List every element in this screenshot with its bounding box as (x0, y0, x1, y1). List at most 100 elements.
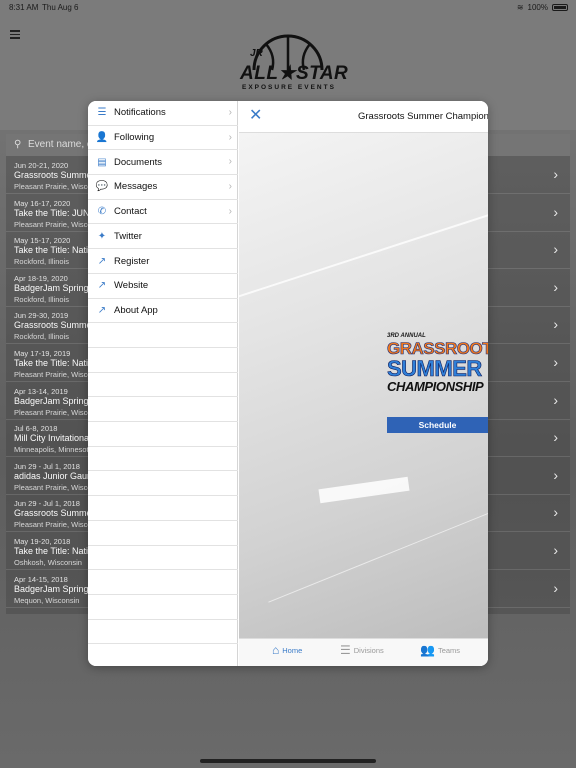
status-bar: 8:31 AM Thu Aug 6 ≋ 100% (0, 0, 576, 16)
event-date: Jun 29-30, 2019 (14, 311, 69, 321)
chevron-right-icon: › (553, 316, 558, 333)
menu-empty-row (88, 422, 238, 447)
event-logo: 3RD ANNUAL GRASSROOTS SUMMER CHAMPIONSHI… (387, 333, 488, 413)
event-title: Take the Title: Natio (14, 358, 94, 368)
menu-item-label: Twitter (114, 230, 142, 242)
event-date: May 15-17, 2020 (14, 236, 71, 246)
logo-subtitle: EXPOSURE EVENTS (242, 84, 336, 91)
event-title: BadgerJam Spring C (14, 282, 98, 293)
menu-item-label: About App (114, 304, 158, 316)
menu-empty-row (88, 397, 238, 423)
menu-item-about-app[interactable]: ↗ About App (88, 299, 238, 324)
menu-item-register[interactable]: ↗ Register (88, 249, 238, 274)
event-location: Pleasant Prairie, Wisco (14, 407, 92, 417)
event-logo-line3: CHAMPIONSHIP (387, 379, 484, 394)
chevron-right-icon: › (553, 203, 558, 220)
event-title: BadgerJam Spring C (14, 583, 98, 594)
menu-empty-row (88, 570, 238, 595)
schedule-button[interactable]: Schedule (387, 417, 488, 433)
event-date: May 16-17, 2020 (14, 198, 71, 208)
documents-icon: ▤ (97, 156, 107, 168)
event-title: Grassroots Summer (14, 170, 95, 180)
event-location: Mequon, Wisconsin (14, 595, 80, 605)
menu-item-label: Notifications (114, 107, 166, 119)
home-icon: ⌂ (272, 643, 280, 657)
menu-item-label: Following (114, 132, 155, 144)
event-date: Apr 14-15, 2018 (14, 574, 68, 584)
event-location: Pleasant Prairie, Wisco (14, 370, 92, 379)
chevron-right-icon: › (553, 466, 558, 483)
menu-empty-row (88, 373, 238, 398)
tab-divisions[interactable]: ☰ Divisions (340, 643, 384, 657)
event-location: Pleasant Prairie, Wisco (14, 182, 92, 191)
external-link-icon: ↗ (97, 280, 107, 292)
menu-item-twitter[interactable]: ✦ Twitter (88, 225, 238, 250)
event-title: Mill City Invitational (14, 433, 92, 444)
app-logo: JR ALL★STAR EXPOSURE EVENTS (236, 30, 348, 96)
event-title: Take the Title: JUNI (14, 207, 93, 218)
event-location: Pleasant Prairie, Wisco (14, 482, 92, 492)
menu-empty-row (88, 447, 238, 472)
event-location: Minneapolis, Minnesot (14, 445, 89, 455)
search-input[interactable]: Event name, c (28, 139, 92, 150)
chevron-right-icon: › (553, 166, 558, 182)
chevron-right-icon: › (553, 579, 558, 596)
status-date: Thu Aug 6 (42, 3, 79, 12)
event-title: adidas Junior Gaunt (14, 470, 95, 481)
logo-allstar: ALL★STAR (240, 63, 349, 84)
event-location: Oshkosh, Wisconsin (14, 558, 82, 567)
logo-jr: JR (250, 48, 263, 59)
menu-item-label: Messages (114, 181, 158, 193)
menu-item-label: Website (114, 280, 149, 292)
menu-item-website[interactable]: ↗ Website (88, 274, 238, 299)
menu-empty-row (88, 620, 238, 645)
chevron-right-icon: › (553, 542, 558, 558)
chevron-right-icon: › (553, 354, 558, 370)
event-location: Pleasant Prairie, Wisco (14, 520, 92, 530)
tab-home[interactable]: ⌂ Home (272, 643, 302, 657)
status-time: 8:31 AM (9, 3, 39, 12)
close-icon[interactable]: ✕ (249, 108, 262, 124)
chevron-right-icon: › (228, 205, 232, 217)
teams-icon: 👥 (420, 643, 435, 657)
menu-item-messages[interactable]: 💬 Messages › (88, 175, 238, 200)
menu-empty-row (88, 348, 238, 373)
menu-empty-row (88, 496, 238, 521)
external-link-icon: ↗ (97, 255, 107, 267)
chevron-right-icon: › (553, 429, 558, 446)
phone-icon: ✆ (97, 206, 107, 218)
event-date: Apr 18-19, 2020 (14, 273, 68, 283)
menu-item-contact[interactable]: ✆ Contact › (88, 200, 238, 225)
chevron-right-icon: › (553, 391, 558, 408)
chevron-right-icon: › (553, 241, 558, 258)
menu-empty-row (88, 595, 238, 620)
tab-teams-label: Teams (437, 645, 461, 655)
event-detail-panel: ✕ Grassroots Summer Championshi 3RD ANNU… (239, 101, 488, 666)
event-location: Pleasant Prairie, Wisco (14, 219, 92, 229)
tab-teams[interactable]: 👥 Teams (420, 643, 460, 657)
detail-title: Grassroots Summer Championshi (358, 111, 488, 122)
battery-icon (552, 4, 568, 11)
chevron-right-icon: › (228, 181, 232, 193)
menu-empty-row (88, 472, 238, 497)
chevron-right-icon: › (228, 107, 232, 118)
menu-item-notifications[interactable]: ☰ Notifications › (88, 101, 238, 126)
event-location: Rockford, Illinois (14, 257, 70, 267)
event-date: Jul 6-8, 2018 (14, 424, 58, 434)
external-link-icon: ↗ (97, 304, 107, 316)
menu-item-following[interactable]: 👤 Following › (88, 126, 238, 151)
side-menu: ☰ Notifications › 👤 Following › ▤ Documents › 💬 Me… (88, 101, 238, 666)
hamburger-menu-icon[interactable] (10, 30, 20, 39)
wifi-icon: ≋ (516, 3, 524, 12)
event-date: Jun 29 - Jul 1, 2018 (14, 461, 80, 471)
menu-empty-row (88, 546, 238, 571)
menu-item-documents[interactable]: ▤ Documents › (88, 150, 238, 176)
menu-item-label: Register (114, 255, 150, 267)
detail-header: ✕ Grassroots Summer Championshi (239, 101, 488, 133)
event-title: Grassroots Summer (14, 320, 95, 331)
event-title: Grassroots Summer (14, 508, 95, 519)
menu-empty-row (88, 323, 238, 348)
list-icon: ☰ (340, 643, 351, 657)
tab-bar: ⌂ Home ☰ Divisions 👥 Teams (239, 638, 488, 666)
event-date: May 19-20, 2018 (14, 537, 71, 546)
